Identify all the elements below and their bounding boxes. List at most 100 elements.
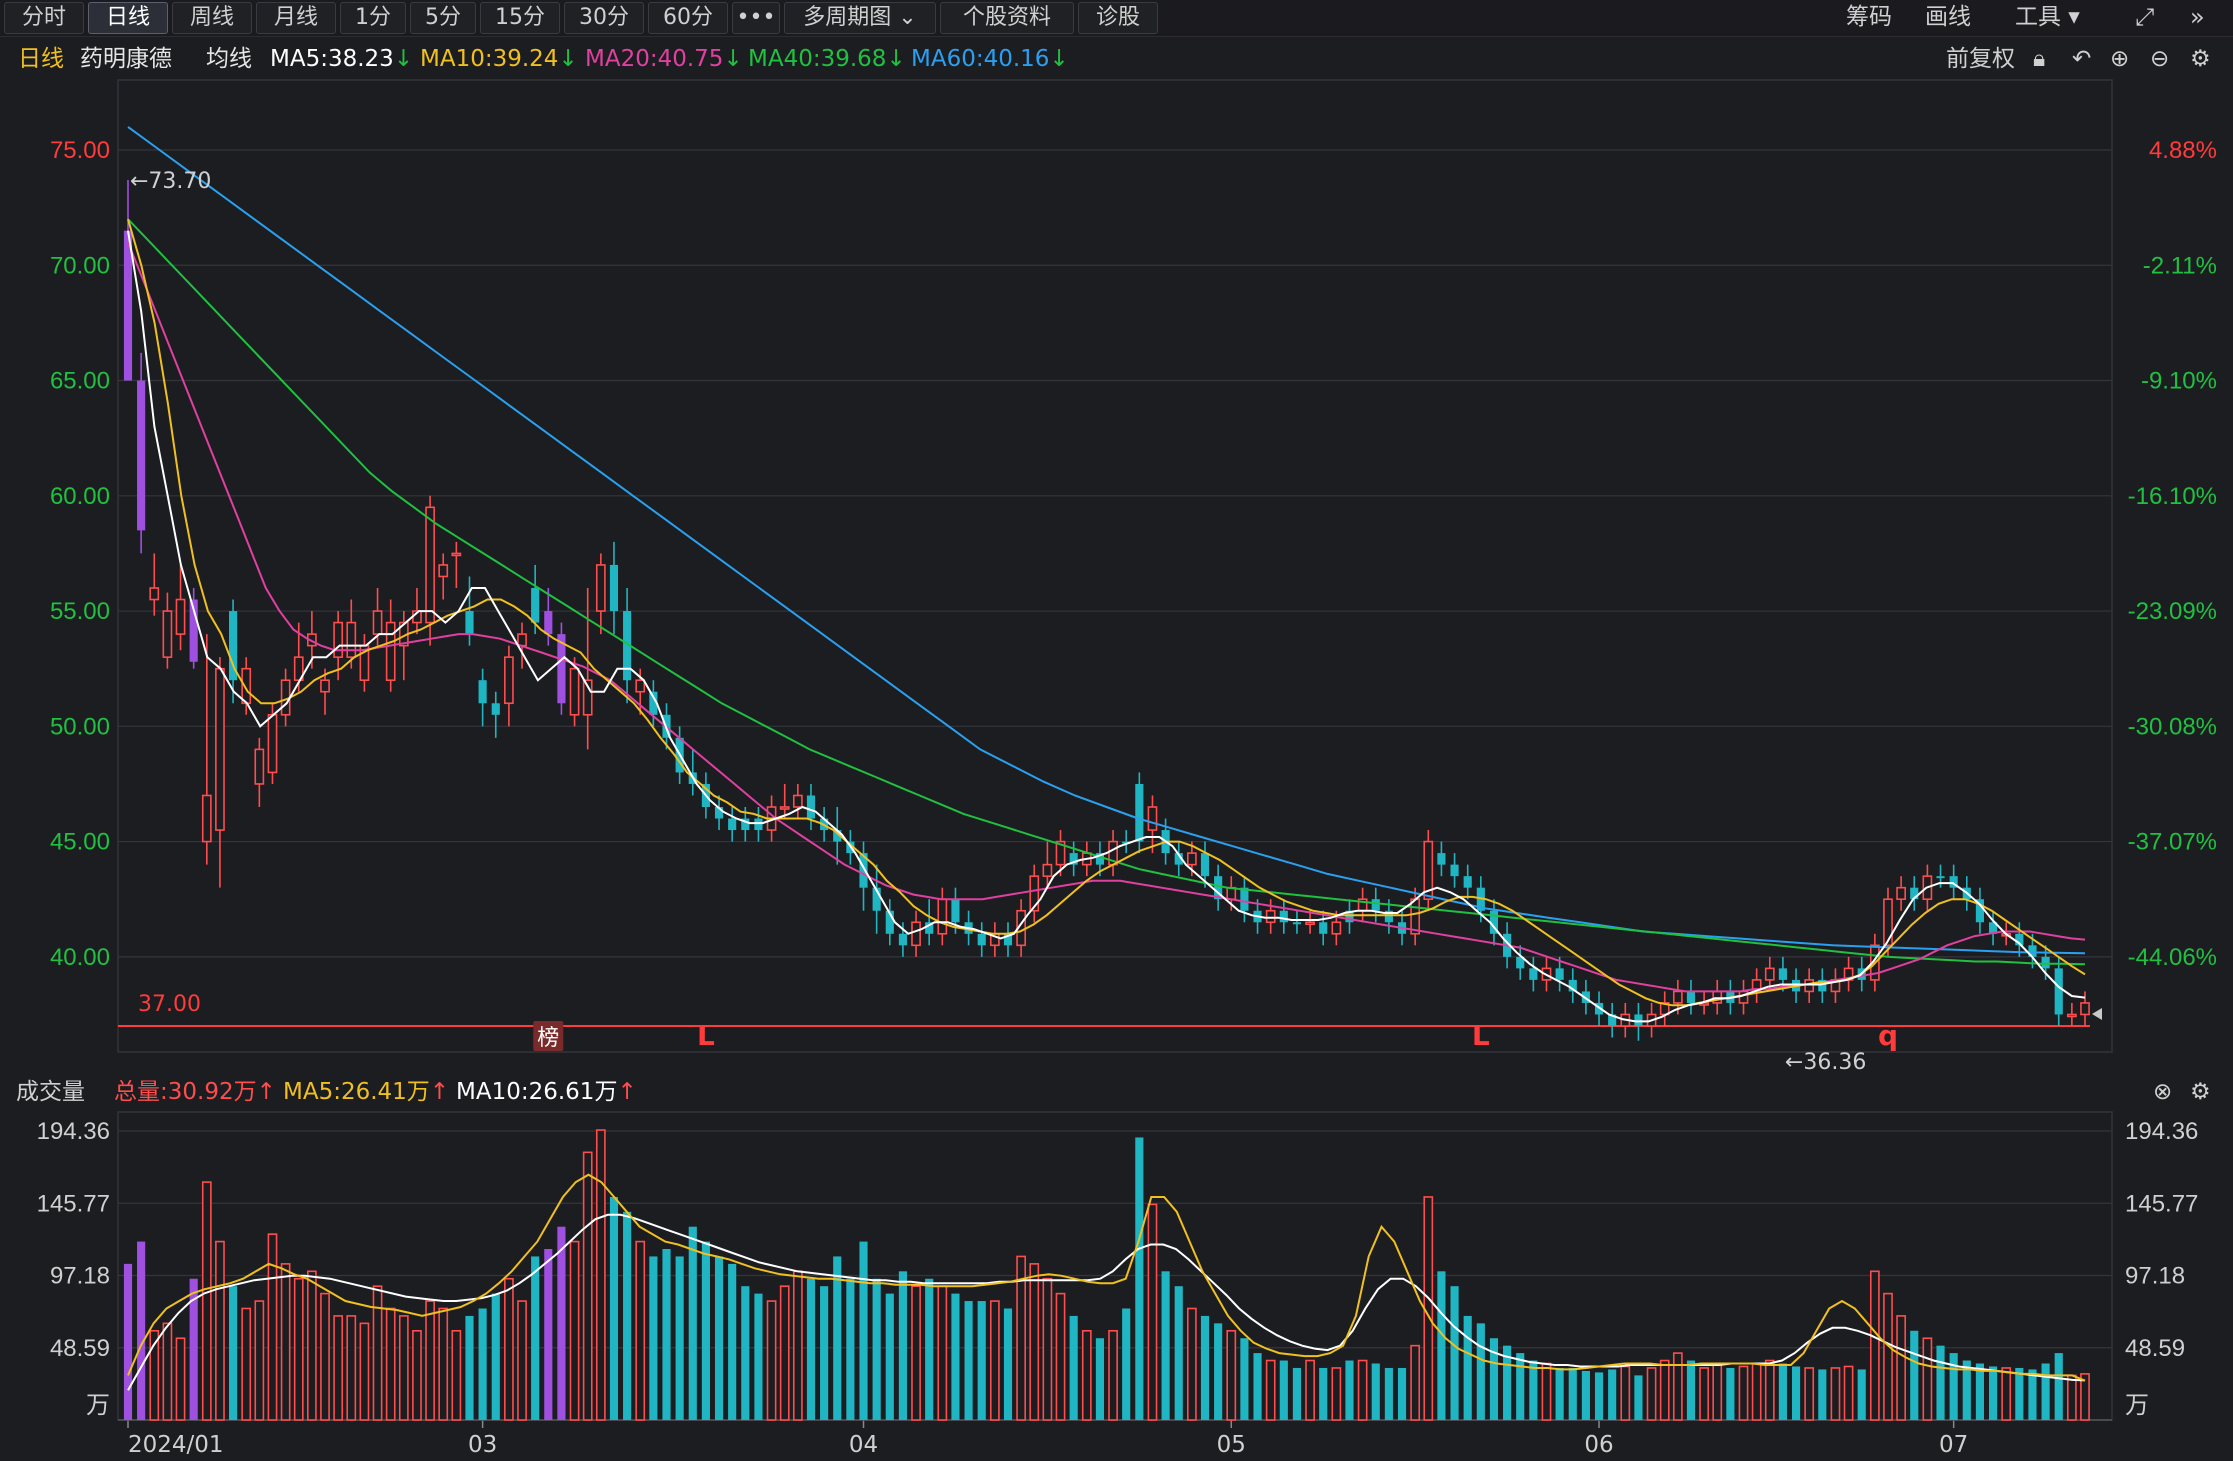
volume-bar — [465, 1315, 474, 1420]
volume-bar — [162, 1322, 173, 1421]
pct-tick-label: -23.09% — [2128, 598, 2217, 625]
volume-bar — [1122, 1308, 1131, 1420]
pct-tick-label: 4.88% — [2149, 137, 2217, 164]
volume-bar — [557, 1226, 566, 1420]
volume-bar — [1476, 1323, 1485, 1420]
volume-tick-label-right: 97.18 — [2125, 1263, 2185, 1290]
volume-bar — [937, 1285, 948, 1421]
candle-body — [346, 621, 357, 658]
candle-body — [175, 598, 186, 635]
volume-bar — [1988, 1366, 1998, 1420]
event-marker: L — [697, 1019, 715, 1052]
volume-bar — [531, 1256, 540, 1420]
volume-bar — [1751, 1362, 1762, 1421]
candle-body — [517, 633, 527, 647]
volume-bar — [582, 1151, 593, 1421]
candle-body — [1634, 1014, 1643, 1026]
volume-bar — [754, 1293, 763, 1420]
volume-bar — [820, 1286, 829, 1420]
volume-bar — [989, 1300, 1000, 1421]
volume-bar — [1818, 1369, 1827, 1420]
candle-body — [937, 898, 948, 935]
volume-bar — [1804, 1367, 1815, 1421]
candle-body — [1279, 910, 1288, 923]
high-annotation: ←73.70 — [130, 169, 211, 194]
pct-tick-label: -2.11% — [2143, 252, 2217, 279]
ma5-line — [127, 230, 2086, 1023]
volume-bar — [701, 1241, 710, 1420]
volume-bar — [595, 1129, 606, 1421]
candle-body — [754, 818, 763, 831]
candle-body — [1305, 921, 1315, 926]
volume-bar — [2066, 1374, 2077, 1421]
candle-body — [2041, 956, 2050, 969]
volume-bar — [1437, 1271, 1446, 1420]
volume-bar — [569, 1240, 580, 1421]
volume-bar — [885, 1293, 894, 1420]
volume-bar — [1003, 1308, 1013, 1420]
volume-bar — [846, 1278, 855, 1420]
price-tick-label: 50.00 — [50, 713, 110, 740]
volume-bar — [1423, 1196, 1434, 1421]
volume-bar — [280, 1263, 291, 1421]
volume-bar — [1581, 1370, 1590, 1420]
event-marker: 榜 — [537, 1026, 559, 1051]
volume-bar — [1896, 1315, 1906, 1421]
candle-body — [1437, 853, 1446, 865]
volume-tick-label: 48.59 — [50, 1335, 110, 1362]
candle-body — [1147, 806, 1158, 831]
pct-tick-label: -9.10% — [2141, 368, 2217, 395]
volume-bar — [2001, 1367, 2012, 1421]
kline-chart[interactable]: 75.00 4.88% 70.00 -2.11% 65.00 -9.10% 60.00 -16… — [0, 0, 2233, 1461]
volume-tick-label-right: 145.77 — [2125, 1190, 2198, 1217]
volume-bar — [1949, 1353, 1958, 1420]
volume-unit-label-right: 万 — [2125, 1391, 2149, 1419]
price-tick-label: 65.00 — [50, 368, 110, 395]
volume-bar — [1095, 1338, 1105, 1420]
volume-bar — [1778, 1363, 1787, 1420]
volume-bar — [438, 1307, 449, 1421]
volume-bar — [1253, 1353, 1262, 1420]
volume-bar — [544, 1249, 553, 1420]
volume-bar — [1594, 1372, 1604, 1420]
volume-bar — [806, 1278, 816, 1420]
candle-body — [1042, 863, 1053, 877]
volume-bar — [1922, 1337, 1933, 1421]
candle-body — [491, 703, 500, 715]
volume-bar — [1357, 1359, 1368, 1421]
volume-bar — [241, 1307, 252, 1421]
candle-body — [385, 621, 396, 682]
x-tick-label: 04 — [849, 1432, 878, 1458]
volume-bar — [2054, 1353, 2063, 1420]
pct-tick-label: -44.06% — [2128, 944, 2217, 971]
volume-bar — [741, 1286, 750, 1420]
volume-bar — [267, 1233, 278, 1421]
volume-bar — [1410, 1344, 1421, 1421]
volume-bar — [1463, 1315, 1472, 1420]
volume-bar — [1200, 1315, 1210, 1420]
volume-tick-label: 97.18 — [50, 1263, 110, 1290]
volume-bar — [1516, 1353, 1525, 1420]
candle-body — [609, 564, 619, 612]
candle-body — [1778, 968, 1787, 980]
volume-bar — [491, 1293, 500, 1420]
candle-body — [451, 552, 462, 557]
volume-bar — [977, 1301, 986, 1420]
volume-bar — [1869, 1270, 1880, 1421]
volume-bar — [1319, 1367, 1328, 1420]
candle-body — [1187, 852, 1197, 866]
candle-body — [333, 621, 344, 658]
volume-bar — [346, 1315, 357, 1421]
candle-body — [1135, 783, 1144, 842]
volume-bar — [1975, 1363, 1984, 1420]
candle-body — [1226, 886, 1237, 901]
volume-bar — [1529, 1360, 1538, 1420]
x-tick-label: 03 — [468, 1432, 497, 1458]
candle-body — [1463, 876, 1472, 888]
volume-bar — [517, 1300, 527, 1421]
volume-bar — [320, 1292, 330, 1421]
volume-tick-label: 194.36 — [37, 1118, 110, 1145]
candle-body — [1240, 887, 1249, 911]
volume-bar — [1292, 1367, 1302, 1420]
volume-bar — [1936, 1345, 1945, 1420]
